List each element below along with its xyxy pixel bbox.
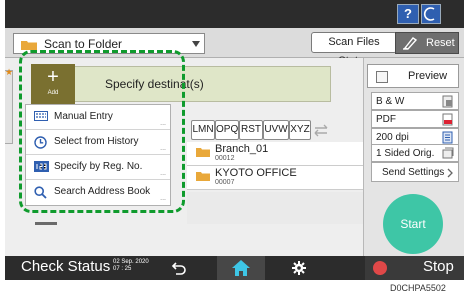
date-text: 02 Sep. 2020 [113, 259, 149, 265]
side-tab[interactable]: ★ [5, 67, 14, 144]
document-bw-icon [442, 95, 453, 108]
top-bar: ? [5, 0, 464, 28]
tab-uvw[interactable]: UVW [263, 120, 289, 140]
preview-checkbox[interactable] [376, 71, 388, 83]
start-button[interactable]: Start [383, 194, 443, 254]
highlight-outline [19, 50, 185, 213]
list-indicator [35, 222, 57, 225]
destination-name: KYOTO OFFICE [215, 167, 297, 179]
date-time: 02 Sep. 2020 07 : 25 [113, 259, 149, 273]
app-title: Scan to Folder [44, 37, 123, 51]
switch-arrows-icon[interactable] [311, 120, 331, 140]
sides-setting[interactable]: 1 Sided Orig. [371, 144, 459, 162]
logout-button[interactable] [421, 4, 441, 24]
list-item[interactable]: KYOTO OFFICE 00007 [187, 166, 363, 190]
resolution-icon [442, 131, 453, 144]
preview-toggle[interactable]: Preview [367, 64, 459, 88]
figure-code: D0CHPA5502 [390, 283, 446, 293]
time-text: 07 : 25 [113, 266, 132, 272]
tab-lmn[interactable]: LMN [191, 120, 215, 140]
stop-label: Stop [423, 258, 454, 275]
color-mode-value: B & W [376, 96, 405, 107]
file-type-setting[interactable]: PDF [371, 110, 459, 128]
pdf-icon [442, 113, 453, 126]
destination-name: Branch_01 [215, 143, 269, 155]
destination-number: 00007 [215, 179, 235, 186]
back-icon[interactable] [171, 260, 187, 276]
file-type-value: PDF [376, 114, 396, 125]
gear-icon[interactable] [291, 260, 307, 276]
logout-icon [423, 7, 435, 21]
check-status-button[interactable]: Check Status [21, 258, 110, 275]
color-mode-setting[interactable]: B & W [371, 92, 459, 110]
reset-icon [403, 37, 418, 50]
device-screen: ? Scan to Folder Scan Files Status Reset [5, 0, 464, 280]
reset-button[interactable]: Reset [395, 32, 459, 54]
tab-rst[interactable]: RST [239, 120, 263, 140]
chevron-right-icon [447, 168, 453, 178]
home-button[interactable] [217, 256, 265, 280]
preview-label: Preview [408, 70, 448, 82]
star-icon: ★ [5, 67, 14, 77]
list-empty-area [187, 192, 363, 224]
help-button[interactable]: ? [397, 4, 419, 24]
sides-value: 1 Sided Orig. [376, 148, 435, 159]
tab-xyz[interactable]: XYZ [289, 120, 311, 140]
chevron-down-icon [192, 41, 200, 47]
stop-icon [373, 261, 387, 275]
list-item[interactable]: Branch_01 00012 [187, 142, 363, 166]
send-settings-button[interactable]: Send Settings [371, 162, 459, 182]
bottom-bar: Check Status 02 Sep. 2020 07 : 25 Stop [5, 256, 464, 280]
resolution-value: 200 dpi [376, 132, 409, 143]
reset-label: Reset [426, 37, 455, 49]
send-settings-label: Send Settings [382, 167, 445, 178]
one-sided-icon [442, 147, 454, 159]
stop-button[interactable]: Stop [365, 256, 464, 280]
scan-files-status-button[interactable]: Scan Files Status [311, 32, 397, 67]
folder-icon [196, 172, 210, 181]
home-icon [232, 260, 250, 276]
tab-opq[interactable]: OPQ [215, 120, 239, 140]
destination-number: 00012 [215, 155, 235, 162]
folder-icon [196, 148, 210, 157]
